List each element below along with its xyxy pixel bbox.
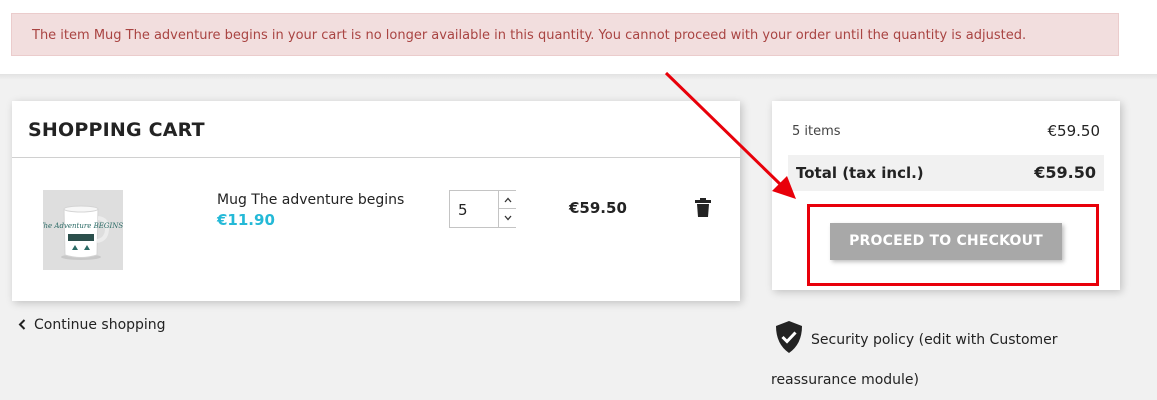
security-policy-text: Security policy (edit with Customer reas…: [771, 332, 1058, 388]
